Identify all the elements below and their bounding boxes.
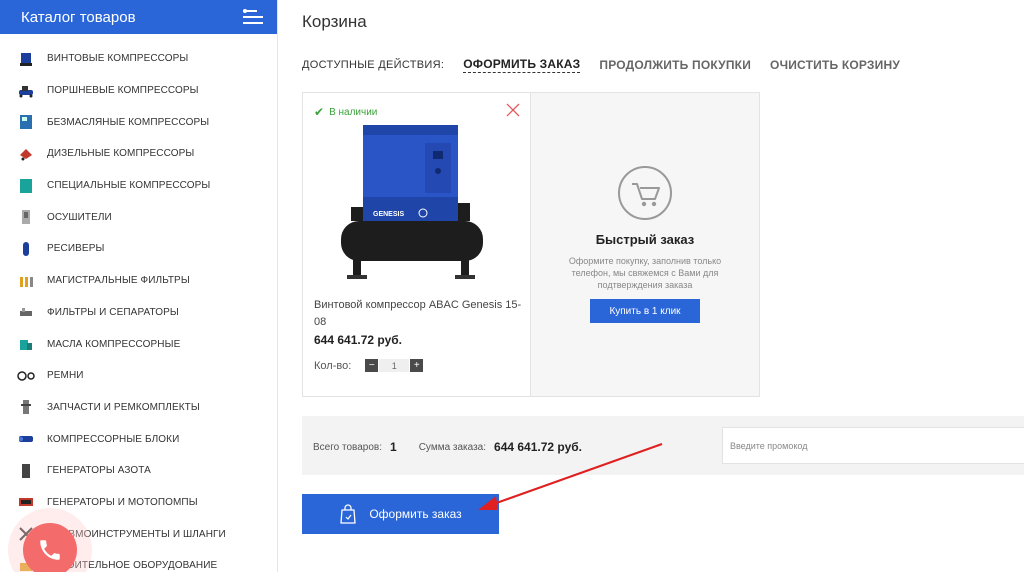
quantity-input[interactable]: 1 [379, 359, 410, 372]
sidebar-item[interactable]: ЗАПЧАСТИ И РЕМКОМПЛЕКТЫ [0, 392, 277, 424]
product-name[interactable]: Винтовой компрессор ABAC Genesis 15-08 [314, 297, 529, 331]
sidebar-item[interactable]: РЕСИВЕРЫ [0, 233, 277, 265]
generator-icon [17, 493, 35, 511]
check-icon: ✔ [314, 105, 325, 119]
sidebar-item-label: РЕСИВЕРЫ [47, 243, 105, 255]
cart-item-card: ✔ В наличии GENESIS Винтовой компрессор … [302, 92, 531, 397]
sidebar-item[interactable]: ГЕНЕРАТОРЫ АЗОТА [0, 455, 277, 487]
dryer-icon [17, 208, 35, 226]
total-items-value: 1 [390, 440, 397, 454]
close-icon[interactable] [506, 103, 520, 117]
catalog-header[interactable]: Каталог товаров [0, 0, 277, 34]
cart-icon [618, 166, 672, 220]
product-brand-text: GENESIS [373, 211, 404, 218]
sidebar-item-label: ДИЗЕЛЬНЫЕ КОМПРЕССОРЫ [47, 148, 195, 160]
page-root: Каталог товаров ВИНТОВЫЕ КОМПРЕССОРЫ ПОРШ… [0, 0, 1024, 572]
special-compressor-icon [17, 177, 35, 195]
annotation-arrow [478, 442, 663, 510]
quick-order-title: Быстрый заказ [595, 232, 695, 247]
sidebar-item[interactable]: ДИЗЕЛЬНЫЕ КОМПРЕССОРЫ [0, 138, 277, 170]
sidebar-item-label: ГЕНЕРАТОРЫ И МОТОПОМПЫ [47, 496, 198, 508]
catalog-title: Каталог товаров [21, 8, 136, 26]
piston-compressor-icon [17, 82, 35, 100]
sidebar-item[interactable]: ОСУШИТЕЛИ [0, 201, 277, 233]
compressor-block-icon [17, 430, 35, 448]
product-image[interactable]: GENESIS [333, 123, 493, 288]
quantity-stepper: Кол-во: − 1 + [314, 359, 424, 372]
sidebar-item-label: МАСЛА КОМПРЕССОРНЫЕ [47, 338, 181, 350]
sidebar-item-label: ОСУШИТЕЛИ [47, 211, 112, 223]
sidebar-item-label: СПЕЦИАЛЬНЫЕ КОМПРЕССОРЫ [47, 180, 211, 192]
sidebar-item-label: ЗАПЧАСТИ И РЕМКОМПЛЕКТЫ [47, 401, 200, 413]
product-price: 644 641.72 руб. [314, 333, 402, 347]
receiver-icon [17, 240, 35, 258]
diesel-compressor-icon [17, 145, 35, 163]
catalog-sidebar: Каталог товаров ВИНТОВЫЕ КОМПРЕССОРЫ ПОРШ… [0, 0, 278, 572]
checkout-button-label: Оформить заказ [369, 507, 462, 521]
clear-cart-link[interactable]: ОЧИСТИТЬ КОРЗИНУ [770, 58, 900, 72]
shopping-bag-icon [340, 504, 356, 524]
sidebar-item-label: ФИЛЬТРЫ И СЕПАРАТОРЫ [47, 306, 179, 318]
spare-parts-icon [17, 398, 35, 416]
stock-status: ✔ В наличии [314, 105, 377, 119]
total-items-label: Всего товаров: [313, 441, 383, 453]
sidebar-item[interactable]: ФИЛЬТРЫ И СЕПАРАТОРЫ [0, 297, 277, 329]
actions-label: ДОСТУПНЫЕ ДЕЙСТВИЯ: [302, 59, 445, 71]
sidebar-item-label: КОМПРЕССОРНЫЕ БЛОКИ [47, 433, 180, 445]
sidebar-item-label: ВИНТОВЫЕ КОМПРЕССОРЫ [47, 53, 189, 65]
sidebar-item[interactable]: ПОРШНЕВЫЕ КОМПРЕССОРЫ [0, 75, 277, 107]
line-filter-icon [17, 272, 35, 290]
sidebar-item[interactable]: КОМПРЕССОРНЫЕ БЛОКИ [0, 423, 277, 455]
sidebar-item[interactable]: СПЕЦИАЛЬНЫЕ КОМПРЕССОРЫ [0, 170, 277, 202]
sidebar-item[interactable]: БЕЗМАСЛЯНЫЕ КОМПРЕССОРЫ [0, 106, 277, 138]
sidebar-item[interactable]: ВИНТОВЫЕ КОМПРЕССОРЫ [0, 43, 277, 75]
nitrogen-generator-icon [17, 462, 35, 480]
continue-shopping-link[interactable]: ПРОДОЛЖИТЬ ПОКУПКИ [599, 58, 751, 72]
separator-icon [17, 303, 35, 321]
stock-label: В наличии [329, 106, 378, 118]
buy-one-click-button[interactable]: Купить в 1 клик [590, 299, 700, 323]
sidebar-item[interactable]: РЕМНИ [0, 360, 277, 392]
screw-compressor-icon [17, 50, 35, 68]
quantity-decrease-button[interactable]: − [365, 359, 379, 372]
oil-icon [17, 335, 35, 353]
oilfree-compressor-icon [17, 113, 35, 131]
sidebar-item[interactable]: МАСЛА КОМПРЕССОРНЫЕ [0, 328, 277, 360]
sidebar-item-label: БЕЗМАСЛЯНЫЕ КОМПРЕССОРЫ [47, 116, 210, 128]
promo-code-input[interactable]: Введите промокод [722, 427, 1024, 464]
quantity-label: Кол-во: [314, 359, 352, 372]
sidebar-item-label: РЕМНИ [47, 370, 84, 382]
catalog-list: ВИНТОВЫЕ КОМПРЕССОРЫ ПОРШНЕВЫЕ КОМПРЕССОР… [0, 34, 277, 572]
menu-icon[interactable] [243, 9, 263, 24]
checkout-link[interactable]: ОФОРМИТЬ ЗАКАЗ [463, 57, 581, 73]
sidebar-item-label: МАГИСТРАЛЬНЫЕ ФИЛЬТРЫ [47, 275, 190, 287]
sidebar-item-label: ПОРШНЕВЫЕ КОМПРЕССОРЫ [47, 85, 199, 97]
sidebar-item-label: ГЕНЕРАТОРЫ АЗОТА [47, 465, 151, 477]
quantity-increase-button[interactable]: + [410, 359, 424, 372]
phone-icon[interactable] [23, 523, 77, 572]
page-title: Корзина [302, 12, 367, 31]
available-actions: ДОСТУПНЫЕ ДЕЙСТВИЯ: ОФОРМИТЬ ЗАКАЗ ПРОДО… [302, 57, 900, 73]
sidebar-item[interactable]: МАГИСТРАЛЬНЫЕ ФИЛЬТРЫ [0, 265, 277, 297]
quick-order-description: Оформите покупку, заполнив только телефо… [568, 256, 722, 290]
belt-icon [17, 367, 35, 385]
quick-order-panel: Быстрый заказ Оформите покупку, заполнив… [531, 92, 760, 397]
